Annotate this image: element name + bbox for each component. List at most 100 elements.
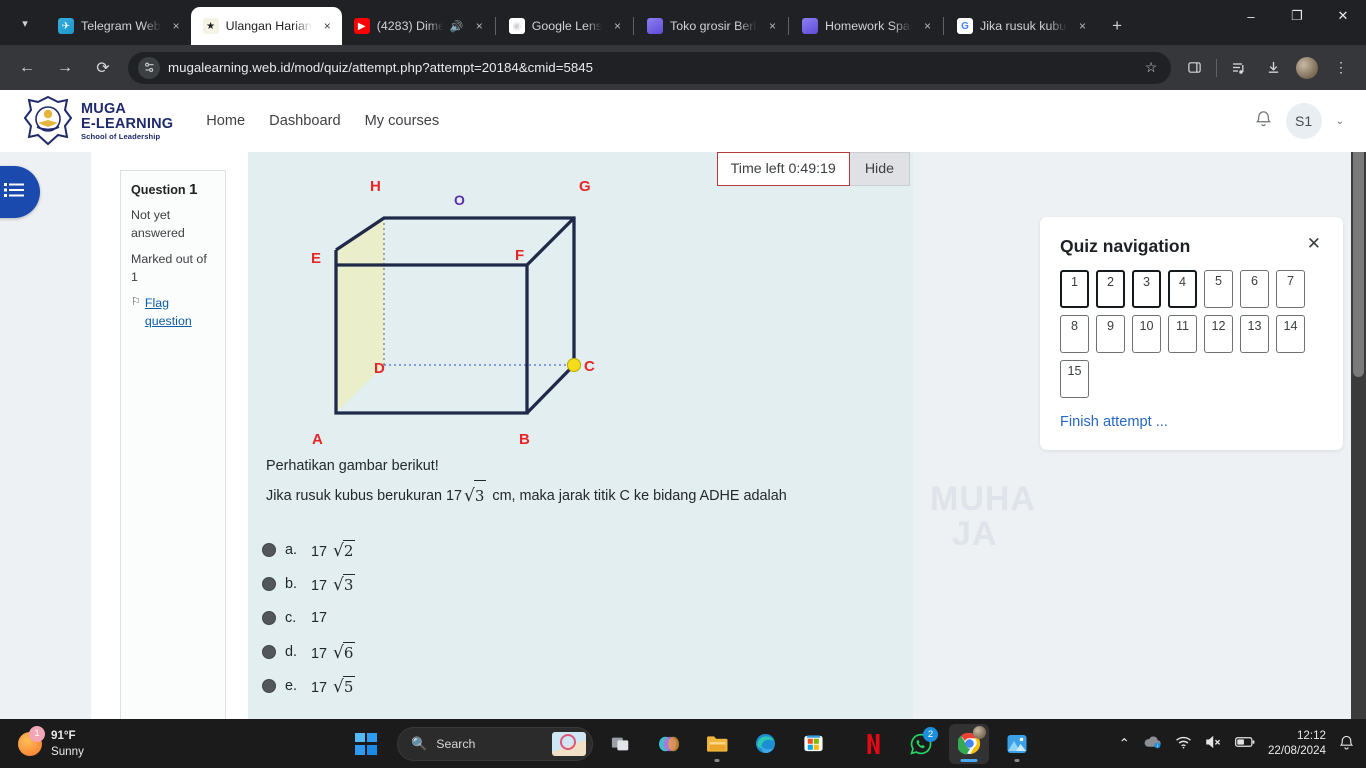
radio-button-b[interactable]	[262, 577, 276, 592]
windows-taskbar: 1 91°F Sunny 🔍 Search 2 ⌃ i 12:12 22/08/…	[0, 719, 1366, 768]
scrollbar-thumb[interactable]	[1353, 134, 1364, 377]
question-nav-button-4[interactable]: 4	[1168, 270, 1197, 308]
taskbar-weather-widget[interactable]: 1 91°F Sunny	[18, 725, 84, 758]
answer-option-a[interactable]: a. 17 √ 2	[262, 533, 913, 567]
radio-button-e[interactable]	[262, 679, 276, 694]
answer-option-e[interactable]: e. 17 √ 5	[262, 669, 913, 703]
quiz-navigation-title: Quiz navigation	[1060, 236, 1191, 256]
nav-item-dashboard[interactable]: Dashboard	[269, 113, 340, 129]
tray-overflow-icon[interactable]: ⌃	[1119, 736, 1130, 752]
taskbar-search-box[interactable]: 🔍 Search	[397, 726, 593, 761]
radio-button-d[interactable]	[262, 645, 276, 660]
onedrive-icon[interactable]: i	[1143, 735, 1162, 752]
bell-icon[interactable]	[1255, 109, 1272, 133]
answer-option-b[interactable]: b. 17 √ 3	[262, 567, 913, 601]
back-button[interactable]: ←	[11, 52, 43, 84]
taskbar-app-edge[interactable]	[745, 724, 785, 764]
tab-close-icon[interactable]: ×	[764, 18, 781, 35]
question-nav-button-6[interactable]: 6	[1240, 270, 1269, 308]
nav-item-my-courses[interactable]: My courses	[365, 113, 440, 129]
bookmark-star-icon[interactable]: ☆	[1137, 59, 1165, 76]
course-drawer-toggle-button[interactable]	[0, 166, 40, 218]
browser-tab-google-lens[interactable]: ◉ Google Lens ×	[497, 7, 632, 45]
hide-timer-button[interactable]: Hide	[849, 152, 910, 186]
tab-strip: ▾ ✈ Telegram Web × ★ Ulangan Harian × ▶ …	[0, 0, 1366, 45]
window-close-button[interactable]: ✕	[1320, 0, 1366, 32]
downloads-icon[interactable]	[1258, 53, 1288, 83]
radio-button-a[interactable]	[262, 543, 276, 558]
answer-option-d[interactable]: d. 17 √ 6	[262, 635, 913, 669]
browser-menu-icon[interactable]: ⋮	[1326, 53, 1356, 83]
taskbar-app-microsoft-store[interactable]	[793, 724, 833, 764]
question-nav-button-1[interactable]: 1	[1060, 270, 1089, 308]
notification-bell-icon[interactable]	[1339, 734, 1354, 754]
battery-icon[interactable]	[1235, 736, 1255, 751]
site-settings-icon[interactable]	[138, 56, 160, 79]
reading-list-icon[interactable]	[1224, 53, 1254, 83]
question-nav-button-3[interactable]: 3	[1132, 270, 1161, 308]
question-nav-button-12[interactable]: 12	[1204, 315, 1233, 353]
shopee-icon	[802, 18, 819, 34]
question-nav-button-15[interactable]: 15	[1060, 360, 1089, 398]
tab-title: Homework Spac	[825, 19, 913, 33]
windows-start-icon[interactable]	[355, 732, 377, 755]
flag-question-link[interactable]: Flag question	[145, 295, 215, 331]
side-panel-icon[interactable]	[1179, 53, 1209, 83]
prompt-part-b: cm, maka jarak titik C ke bidang ADHE ad…	[492, 487, 787, 504]
tab-close-icon[interactable]: ×	[471, 18, 488, 35]
browser-tab-telegram-web[interactable]: ✈ Telegram Web ×	[46, 7, 191, 45]
answer-option-c[interactable]: c. 17	[262, 601, 913, 635]
question-nav-button-2[interactable]: 2	[1096, 270, 1125, 308]
browser-tab-jika-rusuk-kubus[interactable]: G Jika rusuk kubus ×	[945, 7, 1097, 45]
tab-close-icon[interactable]: ×	[319, 18, 336, 35]
wifi-icon[interactable]	[1175, 736, 1192, 752]
flag-question-control[interactable]: ⚐ Flag question	[131, 295, 215, 331]
reload-button[interactable]: ⟳	[87, 52, 119, 84]
browser-tab-homework-space[interactable]: Homework Spac ×	[790, 7, 942, 45]
radio-button-c[interactable]	[262, 611, 276, 626]
tab-close-icon[interactable]: ×	[1074, 18, 1091, 35]
tab-search-button[interactable]: ▾	[6, 6, 44, 40]
profile-avatar[interactable]	[1292, 53, 1322, 83]
question-nav-button-14[interactable]: 14	[1276, 315, 1305, 353]
user-avatar[interactable]: S1	[1285, 103, 1322, 139]
browser-tab-ulangan-harian[interactable]: ★ Ulangan Harian ×	[190, 7, 342, 45]
taskbar-clock[interactable]: 12:12 22/08/2024	[1268, 729, 1326, 758]
question-nav-button-11[interactable]: 11	[1168, 315, 1197, 353]
tab-close-icon[interactable]: ×	[919, 18, 936, 35]
address-bar[interactable]: mugalearning.web.id/mod/quiz/attempt.php…	[128, 51, 1171, 84]
question-nav-button-5[interactable]: 5	[1204, 270, 1233, 308]
taskbar-app-photos[interactable]	[997, 724, 1037, 764]
nav-item-home[interactable]: Home	[206, 113, 245, 129]
tab-close-icon[interactable]: ×	[168, 18, 185, 35]
question-nav-button-9[interactable]: 9	[1096, 315, 1125, 353]
taskbar-app-file-explorer[interactable]	[697, 724, 737, 764]
question-nav-button-13[interactable]: 13	[1240, 315, 1269, 353]
forward-button[interactable]: →	[49, 52, 81, 84]
header-right: S1 ⌄	[1255, 103, 1344, 139]
new-tab-button[interactable]: +	[1103, 12, 1131, 40]
browser-tab-toko-grosir[interactable]: Toko grosir Berk ×	[635, 7, 787, 45]
chevron-down-icon[interactable]: ⌄	[1336, 116, 1344, 127]
tab-audio-playing-icon[interactable]: 🔊	[450, 20, 464, 33]
site-brand[interactable]: MUGA E-LEARNING School of Leadership	[23, 95, 173, 146]
page-scrollbar[interactable]: ▲	[1351, 90, 1366, 719]
tab-close-icon[interactable]: ×	[609, 18, 626, 35]
taskbar-app-whatsapp[interactable]: 2	[901, 724, 941, 764]
question-nav-button-8[interactable]: 8	[1060, 315, 1089, 353]
finish-attempt-link[interactable]: Finish attempt ...	[1060, 414, 1323, 430]
search-icon: 🔍	[411, 735, 428, 751]
browser-window: ▾ ✈ Telegram Web × ★ Ulangan Harian × ▶ …	[0, 0, 1366, 768]
window-minimize-button[interactable]: –	[1228, 0, 1274, 32]
close-drawer-button[interactable]: ✕	[1307, 234, 1321, 254]
question-nav-button-10[interactable]: 10	[1132, 315, 1161, 353]
taskbar-app-copilot[interactable]	[649, 724, 689, 764]
question-nav-button-7[interactable]: 7	[1276, 270, 1305, 308]
watermark-line-2: JA	[952, 514, 998, 553]
window-maximize-button[interactable]: ❐	[1274, 0, 1320, 32]
taskbar-app-task-view[interactable]	[601, 724, 641, 764]
browser-tab-youtube[interactable]: ▶ (4283) Dimen 🔊 ×	[342, 7, 494, 45]
volume-muted-icon[interactable]	[1205, 735, 1222, 752]
taskbar-app-netflix[interactable]	[853, 724, 893, 764]
taskbar-app-chrome[interactable]	[949, 723, 989, 764]
